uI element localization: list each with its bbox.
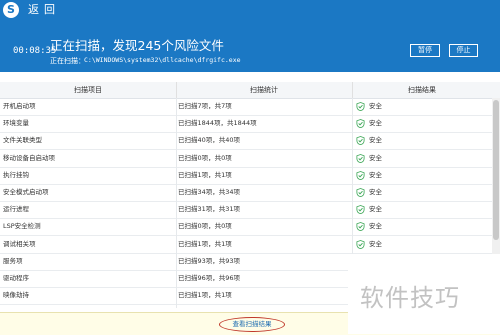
- scan-header: 00:08:35 正在扫描，发现245个风险文件 正在扫描： C:\WINDOW…: [0, 20, 500, 72]
- scan-item-stat: 已扫描93项，共93项: [178, 256, 241, 265]
- table-row: 调试相关项 已扫描1项，共1项 安全: [0, 236, 492, 254]
- shield-check-icon: [356, 136, 365, 146]
- scan-item-stat: 已扫描34项，共34项: [178, 188, 241, 196]
- scan-item-name: 开机启动项: [3, 102, 36, 110]
- shield-check-icon: [356, 170, 365, 180]
- shield-check-icon: [356, 153, 365, 163]
- shield-check-icon: [356, 205, 365, 215]
- view-results-button[interactable]: 查看扫描结果: [219, 317, 285, 332]
- view-results-label: 查看扫描结果: [232, 320, 272, 328]
- column-divider: [176, 98, 177, 308]
- watermark-text: 软件技巧: [360, 284, 460, 312]
- title-bar: S 返回: [0, 0, 500, 20]
- scan-item-stat: 已扫描31项，共31项: [178, 205, 241, 214]
- table-row: LSP安全检测 已扫描0项，共0项 安全: [0, 218, 492, 237]
- scan-item-stat: 已扫描7项，共7项: [178, 102, 232, 110]
- table-row: 文件关联类型 已扫描40项，共40项 安全: [0, 132, 492, 151]
- scan-item-result: 安全: [369, 136, 382, 145]
- table-row: 环境变量 已扫描1844项，共1844项 安全: [0, 115, 492, 134]
- table-header: 扫描项目 扫描统计 扫描结果: [0, 82, 500, 99]
- table-row: 运行进程 已扫描31项，共31项 安全: [0, 201, 492, 220]
- app-logo-icon: S: [3, 2, 19, 18]
- scan-item-name: 环境变量: [3, 119, 29, 128]
- back-button[interactable]: 返回: [28, 2, 60, 18]
- table-row: 执行挂钩 已扫描1项，共1项 安全: [0, 167, 492, 185]
- pause-button[interactable]: 暂停: [410, 44, 440, 57]
- column-header-result: 扫描结果: [408, 86, 436, 94]
- watermark: 软件技巧: [348, 254, 500, 334]
- shield-check-icon: [356, 119, 365, 129]
- scan-item-name: 运行进程: [3, 205, 29, 214]
- scan-item-name: 文件关联类型: [3, 136, 42, 145]
- scan-item-stat: 已扫描7项，共7项: [178, 304, 232, 308]
- scan-item-name: 输入法相关: [3, 304, 36, 308]
- scan-item-name: 驱动程序: [3, 274, 29, 282]
- scan-item-stat: 已扫描0项，共0项: [178, 153, 232, 162]
- scan-item-name: 安全模式启动项: [3, 188, 49, 196]
- scan-item-result: 安全: [369, 239, 382, 248]
- shield-check-icon: [356, 102, 365, 111]
- table-row: 移动设备自启动项 已扫描0项，共0项 安全: [0, 150, 492, 168]
- scan-path-value: C:\WINDOWS\system32\dllcache\dfrgifc.exe: [84, 56, 241, 64]
- scan-item-name: 服务项: [3, 256, 23, 265]
- scan-item-result: 安全: [369, 170, 382, 179]
- scan-item-result: 安全: [369, 119, 382, 128]
- shield-check-icon: [356, 188, 365, 197]
- scrollbar-thumb[interactable]: [493, 100, 499, 240]
- scan-item-stat: 已扫描1项，共1项: [178, 291, 232, 300]
- stop-button[interactable]: 停止: [449, 44, 478, 57]
- scan-path-label: 正在扫描：: [50, 57, 85, 65]
- table-row: 开机启动项 已扫描7项，共7项 安全: [0, 98, 492, 116]
- scan-item-name: 映像劫持: [3, 291, 29, 300]
- shield-check-icon: [356, 222, 365, 232]
- scan-item-name: LSP安全检测: [3, 222, 41, 231]
- scan-item-stat: 已扫描1844项，共1844项: [178, 119, 257, 128]
- scan-item-stat: 已扫描40项，共40项: [178, 136, 241, 145]
- scan-item-stat: 已扫描1项，共1项: [178, 170, 232, 179]
- scan-item-stat: 已扫描96项，共96项: [178, 274, 241, 282]
- column-header-item: 扫描项目: [0, 82, 177, 98]
- scan-item-stat: 已扫描1项，共1项: [178, 239, 232, 248]
- scan-item-result: 安全: [369, 188, 382, 196]
- scan-item-result: 安全: [369, 222, 382, 231]
- column-header-stat: 扫描统计: [176, 82, 353, 98]
- table-row: 安全模式启动项 已扫描34项，共34项 安全: [0, 184, 492, 202]
- scan-item-stat: 已扫描0项，共0项: [178, 222, 232, 231]
- scan-status-title: 正在扫描，发现245个风险文件: [50, 38, 224, 53]
- shield-check-icon: [356, 239, 365, 249]
- scan-item-name: 调试相关项: [3, 239, 36, 248]
- scan-item-name: 执行挂钩: [3, 170, 29, 179]
- scan-item-result: 安全: [369, 153, 382, 162]
- scan-item-result: 安全: [369, 102, 382, 110]
- scan-item-result: 安全: [369, 205, 382, 214]
- scan-item-name: 移动设备自启动项: [3, 153, 55, 162]
